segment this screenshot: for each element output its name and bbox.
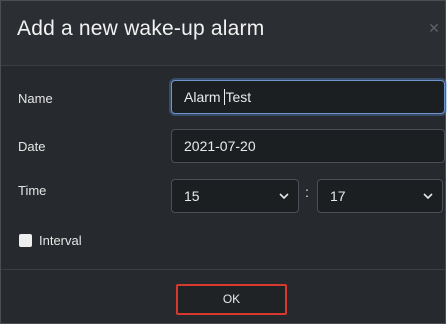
dialog-header: Add a new wake-up alarm ✕ xyxy=(1,1,445,66)
dialog-title: Add a new wake-up alarm xyxy=(17,17,265,40)
chevron-down-icon xyxy=(423,193,433,200)
footer-divider xyxy=(1,269,445,270)
hour-value: 15 xyxy=(184,188,200,204)
close-icon[interactable]: ✕ xyxy=(425,19,443,37)
minute-select[interactable]: 17 xyxy=(317,179,443,213)
hour-select[interactable]: 15 xyxy=(171,179,299,213)
chevron-down-icon xyxy=(279,193,289,200)
date-input[interactable]: 2021-07-20 xyxy=(171,129,445,163)
add-alarm-dialog: Add a new wake-up alarm ✕ Name Alarm Tes… xyxy=(0,0,446,324)
name-text-after-caret: Test xyxy=(225,89,252,105)
time-separator: : xyxy=(305,184,309,200)
name-input[interactable]: Alarm Test xyxy=(171,80,445,114)
name-label: Name xyxy=(18,91,53,106)
ok-button[interactable]: OK xyxy=(176,284,287,315)
minute-value: 17 xyxy=(330,188,346,204)
time-label: Time xyxy=(18,183,47,198)
date-label: Date xyxy=(18,139,46,154)
interval-label[interactable]: Interval xyxy=(39,233,82,248)
name-text-before-caret: Alarm xyxy=(184,89,225,105)
interval-checkbox[interactable] xyxy=(19,234,32,247)
